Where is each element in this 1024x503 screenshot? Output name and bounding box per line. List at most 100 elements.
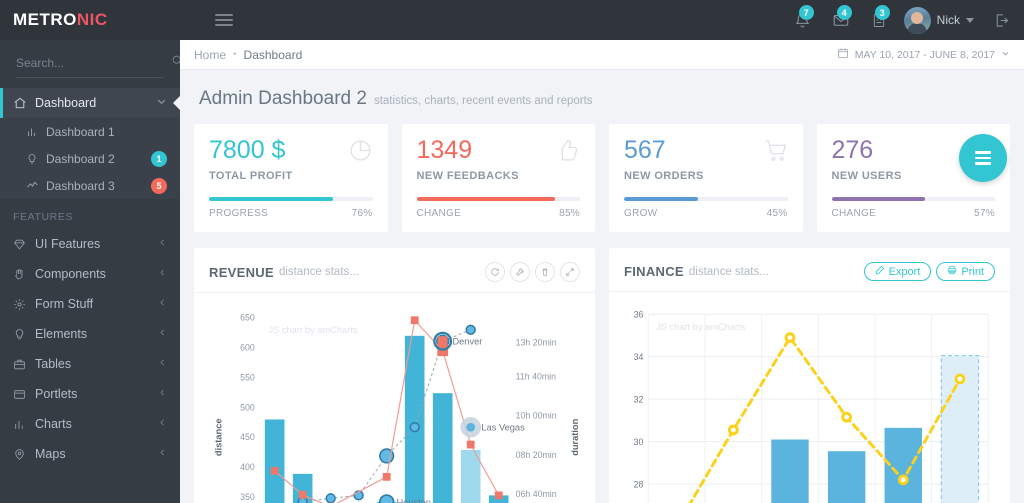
chevron-down-icon bbox=[966, 17, 974, 23]
date-range-picker[interactable]: MAY 10, 2017 - JUNE 8, 2017 bbox=[837, 47, 1010, 62]
sidebar-item-charts[interactable]: Charts bbox=[0, 409, 180, 439]
line-marker bbox=[465, 324, 476, 336]
sidebar-item-dashboard-3[interactable]: Dashboard 3 5 bbox=[0, 172, 180, 199]
y-axis-title: distance bbox=[214, 418, 224, 456]
finance-chart[interactable]: 28 30 32 34 36 JS chart by amCharts bbox=[619, 300, 1000, 503]
stat-card-3[interactable]: 567 NEW ORDERS GROW 45% bbox=[609, 124, 803, 232]
sidebar-item-portlets[interactable]: Portlets bbox=[0, 379, 180, 409]
sidebar-item-form-stuff[interactable]: Form Stuff bbox=[0, 289, 180, 319]
hand-icon bbox=[13, 268, 35, 281]
stat-card-progress-value: 85% bbox=[559, 208, 580, 219]
sidebar-item-label: Dashboard bbox=[35, 96, 97, 110]
line-chart-icon bbox=[26, 179, 46, 192]
line-marker bbox=[954, 373, 966, 385]
trash-icon[interactable] bbox=[535, 262, 555, 282]
stat-card-1[interactable]: 7800 $ TOTAL PROFIT PROGRESS 76% bbox=[194, 124, 388, 232]
breadcrumb-separator: • bbox=[233, 49, 237, 60]
bar bbox=[827, 451, 866, 503]
stat-card-label: NEW FEEDBACKS bbox=[416, 170, 519, 182]
calendar-icon bbox=[837, 47, 849, 62]
reload-icon[interactable] bbox=[485, 262, 505, 282]
brand: METRONIC bbox=[0, 10, 180, 30]
breadcrumb-home[interactable]: Home bbox=[194, 48, 226, 62]
y2-tick-label: 13h 20min bbox=[516, 337, 557, 347]
finance-subtitle: distance stats... bbox=[688, 265, 769, 278]
sidebar-item-label: Components bbox=[35, 267, 106, 281]
username: Nick bbox=[936, 13, 960, 27]
sidebar-item-dashboard[interactable]: Dashboard bbox=[0, 88, 180, 118]
pie-chart-icon bbox=[348, 138, 373, 168]
y-tick-label: 650 bbox=[240, 313, 255, 323]
y2-tick-label: 11h 40min bbox=[516, 372, 556, 382]
bell-icon[interactable]: 7 bbox=[784, 0, 822, 40]
breadcrumb: Home • Dashboard MAY 10, 2017 - JUNE 8, … bbox=[180, 40, 1024, 70]
thumbs-up-icon bbox=[555, 138, 580, 168]
stat-card-values: 7800 $ TOTAL PROFIT bbox=[209, 138, 348, 183]
gear-icon bbox=[13, 298, 35, 311]
line-marker bbox=[494, 491, 503, 500]
stat-card-progress-label: PROGRESS bbox=[209, 208, 269, 219]
y-tick-label: 500 bbox=[240, 402, 255, 412]
finance-title: FINANCE bbox=[624, 264, 684, 279]
y-tick-label: 350 bbox=[240, 492, 255, 502]
search-icon[interactable] bbox=[171, 54, 180, 72]
logout-icon[interactable] bbox=[984, 0, 1018, 40]
quick-sidebar-toggle[interactable] bbox=[959, 134, 1007, 182]
revenue-chart[interactable]: JS chart by amCharts 350 400 450 500 550 600 65… bbox=[204, 301, 585, 503]
chevron-left-icon bbox=[158, 358, 167, 370]
page-title-row: Admin Dashboard 2 statistics, charts, re… bbox=[194, 70, 1010, 124]
sidebar-item-dashboard-1[interactable]: Dashboard 1 bbox=[0, 118, 180, 145]
search-input[interactable] bbox=[16, 56, 171, 70]
stat-card-2[interactable]: 1349 NEW FEEDBACKS CHANGE 85% bbox=[401, 124, 595, 232]
stat-card-progress-track bbox=[624, 197, 788, 201]
highlight-marker bbox=[437, 336, 448, 347]
stat-card-progress-track bbox=[209, 197, 373, 201]
chevron-left-icon bbox=[158, 418, 167, 430]
export-button[interactable]: Export bbox=[863, 262, 932, 281]
stat-card-label: TOTAL PROFIT bbox=[209, 170, 293, 182]
sidebar-item-maps[interactable]: Maps bbox=[0, 439, 180, 469]
chevron-left-icon bbox=[158, 328, 167, 340]
hamburger-icon[interactable] bbox=[215, 11, 233, 29]
chart-watermark: JS chart by amCharts bbox=[656, 322, 745, 332]
sidebar-search bbox=[0, 40, 180, 88]
tasks-badge: 3 bbox=[874, 5, 890, 20]
sidebar-feature-list: UI Features Components Form Stuff Elemen… bbox=[0, 229, 180, 469]
bar bbox=[432, 393, 453, 503]
y2-tick-label: 10h 00min bbox=[516, 411, 557, 421]
stat-card-values: 276 NEW USERS bbox=[832, 138, 971, 183]
y2-tick-label: 08h 20min bbox=[516, 450, 557, 460]
sidebar-item-dashboard-2[interactable]: Dashboard 2 1 bbox=[0, 145, 180, 172]
bulb-icon bbox=[13, 328, 35, 341]
print-button[interactable]: Print bbox=[936, 262, 995, 281]
stat-card-top: 567 NEW ORDERS bbox=[624, 138, 788, 182]
line-marker bbox=[437, 345, 449, 357]
revenue-portlet-header: REVENUE distance stats... bbox=[194, 248, 595, 293]
sidebar-item-label: Charts bbox=[35, 417, 72, 431]
stat-card-value: 567 bbox=[624, 136, 666, 164]
point-label: Houston bbox=[396, 497, 431, 503]
sidebar-item-ui-features[interactable]: UI Features bbox=[0, 229, 180, 259]
tasks-icon[interactable]: 3 bbox=[860, 0, 898, 40]
selected-marker bbox=[466, 422, 476, 432]
stat-card-top: 1349 NEW FEEDBACKS bbox=[417, 138, 581, 182]
expand-icon[interactable] bbox=[560, 262, 580, 282]
sidebar-sub-label: Dashboard 2 bbox=[46, 151, 115, 166]
finance-portlet: FINANCE distance stats... Export Print 2… bbox=[609, 248, 1010, 503]
bulb-icon bbox=[26, 153, 46, 165]
sidebar-item-components[interactable]: Components bbox=[0, 259, 180, 289]
envelope-icon[interactable]: 4 bbox=[822, 0, 860, 40]
line-marker bbox=[410, 316, 419, 325]
user-menu[interactable]: Nick bbox=[898, 6, 984, 34]
logo-main: METRO bbox=[13, 10, 77, 29]
y-tick-label: 30 bbox=[634, 437, 644, 447]
chevron-left-icon bbox=[158, 388, 167, 400]
sidebar-item-elements[interactable]: Elements bbox=[0, 319, 180, 349]
point-label: Las Vegas bbox=[481, 423, 525, 433]
y2-tick-label: 06h 40min bbox=[516, 489, 557, 499]
wrench-icon[interactable] bbox=[510, 262, 530, 282]
stat-card-progress-fill bbox=[416, 197, 556, 201]
logo[interactable]: METRONIC bbox=[13, 10, 108, 30]
bar bbox=[264, 419, 285, 503]
sidebar-item-tables[interactable]: Tables bbox=[0, 349, 180, 379]
